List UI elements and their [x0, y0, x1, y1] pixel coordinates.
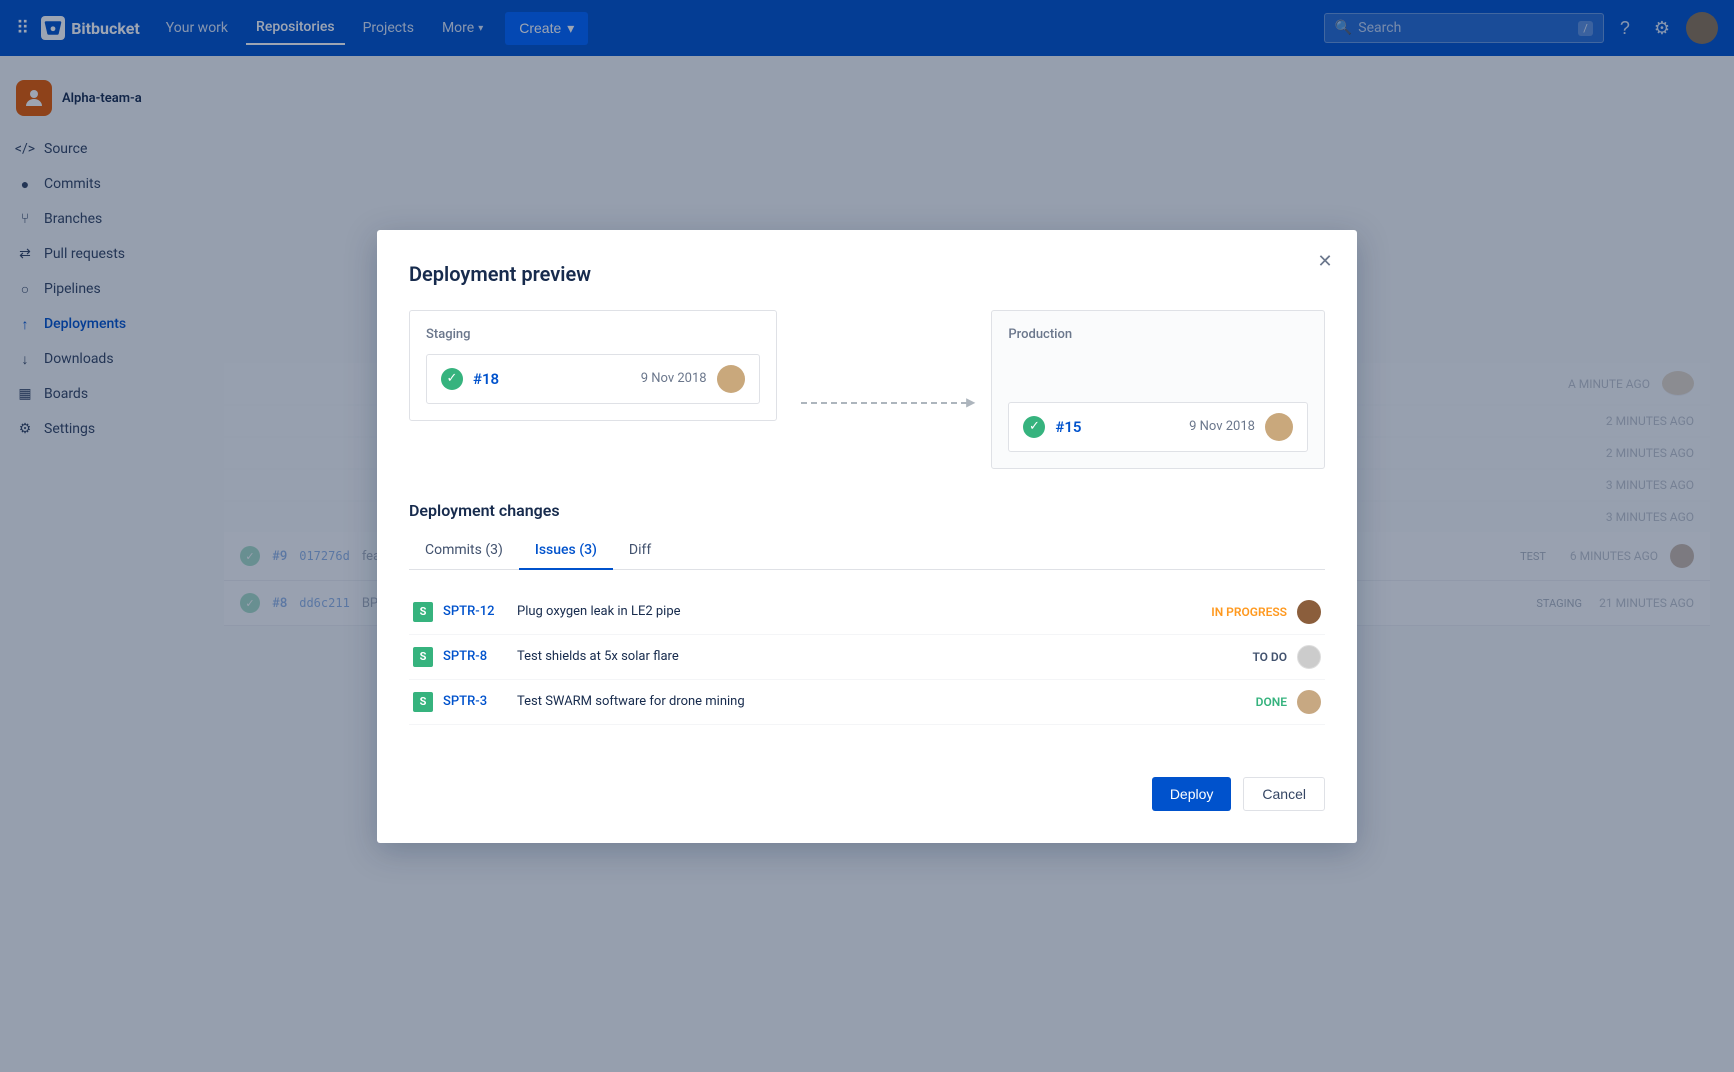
staging-date: 9 Nov 2018	[641, 371, 707, 386]
issue-type-icon: S	[413, 647, 433, 667]
deploy-button[interactable]: Deploy	[1152, 777, 1232, 811]
cancel-button[interactable]: Cancel	[1243, 777, 1325, 811]
tab-issues[interactable]: Issues (3)	[519, 532, 613, 570]
issue-assignee-avatar	[1297, 690, 1321, 714]
staging-build-num[interactable]: #18	[473, 370, 499, 388]
issue-id[interactable]: SPTR-3	[443, 694, 507, 709]
issue-row: S SPTR-3 Test SWARM software for drone m…	[409, 680, 1325, 725]
issue-title: Test SWARM software for drone mining	[517, 694, 1187, 709]
dotted-arrow-line	[801, 402, 968, 404]
production-box: Production ✓ #15 9 Nov 2018	[991, 310, 1325, 469]
issue-status: IN PROGRESS	[1197, 605, 1287, 619]
issue-assignee-avatar	[1297, 600, 1321, 624]
issue-type-icon: S	[413, 602, 433, 622]
deployment-tabs: Commits (3) Issues (3) Diff	[409, 532, 1325, 570]
tab-diff[interactable]: Diff	[613, 532, 667, 570]
production-card: ✓ #15 9 Nov 2018	[1008, 402, 1308, 452]
issues-list: S SPTR-12 Plug oxygen leak in LE2 pipe I…	[409, 590, 1325, 725]
issue-assignee-avatar	[1297, 645, 1321, 669]
modal-footer: Deploy Cancel	[409, 757, 1325, 811]
production-check-icon: ✓	[1023, 416, 1045, 438]
issue-type-icon: S	[413, 692, 433, 712]
issue-title: Plug oxygen leak in LE2 pipe	[517, 604, 1187, 619]
issue-row: S SPTR-12 Plug oxygen leak in LE2 pipe I…	[409, 590, 1325, 635]
modal-close-button[interactable]: ✕	[1309, 246, 1341, 278]
changes-title: Deployment changes	[409, 501, 1325, 520]
issue-status: TO DO	[1197, 650, 1287, 664]
staging-user-avatar	[717, 365, 745, 393]
staging-check-icon: ✓	[441, 368, 463, 390]
issue-id[interactable]: SPTR-8	[443, 649, 507, 664]
production-section: Production ✓ #15 9 Nov 2018	[991, 310, 1325, 469]
issue-title: Test shields at 5x solar flare	[517, 649, 1187, 664]
staging-box: Staging ✓ #18 9 Nov 2018	[409, 310, 777, 421]
issue-status: DONE	[1197, 695, 1287, 709]
production-label: Production	[1008, 327, 1308, 342]
production-date: 9 Nov 2018	[1189, 419, 1255, 434]
issue-id[interactable]: SPTR-12	[443, 604, 507, 619]
modal-title: Deployment preview	[409, 262, 1325, 286]
issue-row: S SPTR-8 Test shields at 5x solar flare …	[409, 635, 1325, 680]
staging-card: ✓ #18 9 Nov 2018	[426, 354, 760, 404]
deployment-preview-modal: Deployment preview ✕ Staging ✓ #18 9 Nov…	[377, 230, 1357, 843]
environments-row: Staging ✓ #18 9 Nov 2018 Production	[409, 310, 1325, 469]
production-build-num[interactable]: #15	[1055, 418, 1081, 436]
production-user-avatar	[1265, 413, 1293, 441]
deploy-arrow	[801, 374, 968, 404]
tab-commits[interactable]: Commits (3)	[409, 532, 519, 570]
staging-label: Staging	[426, 327, 760, 342]
modal-overlay[interactable]: Deployment preview ✕ Staging ✓ #18 9 Nov…	[0, 0, 1734, 1072]
